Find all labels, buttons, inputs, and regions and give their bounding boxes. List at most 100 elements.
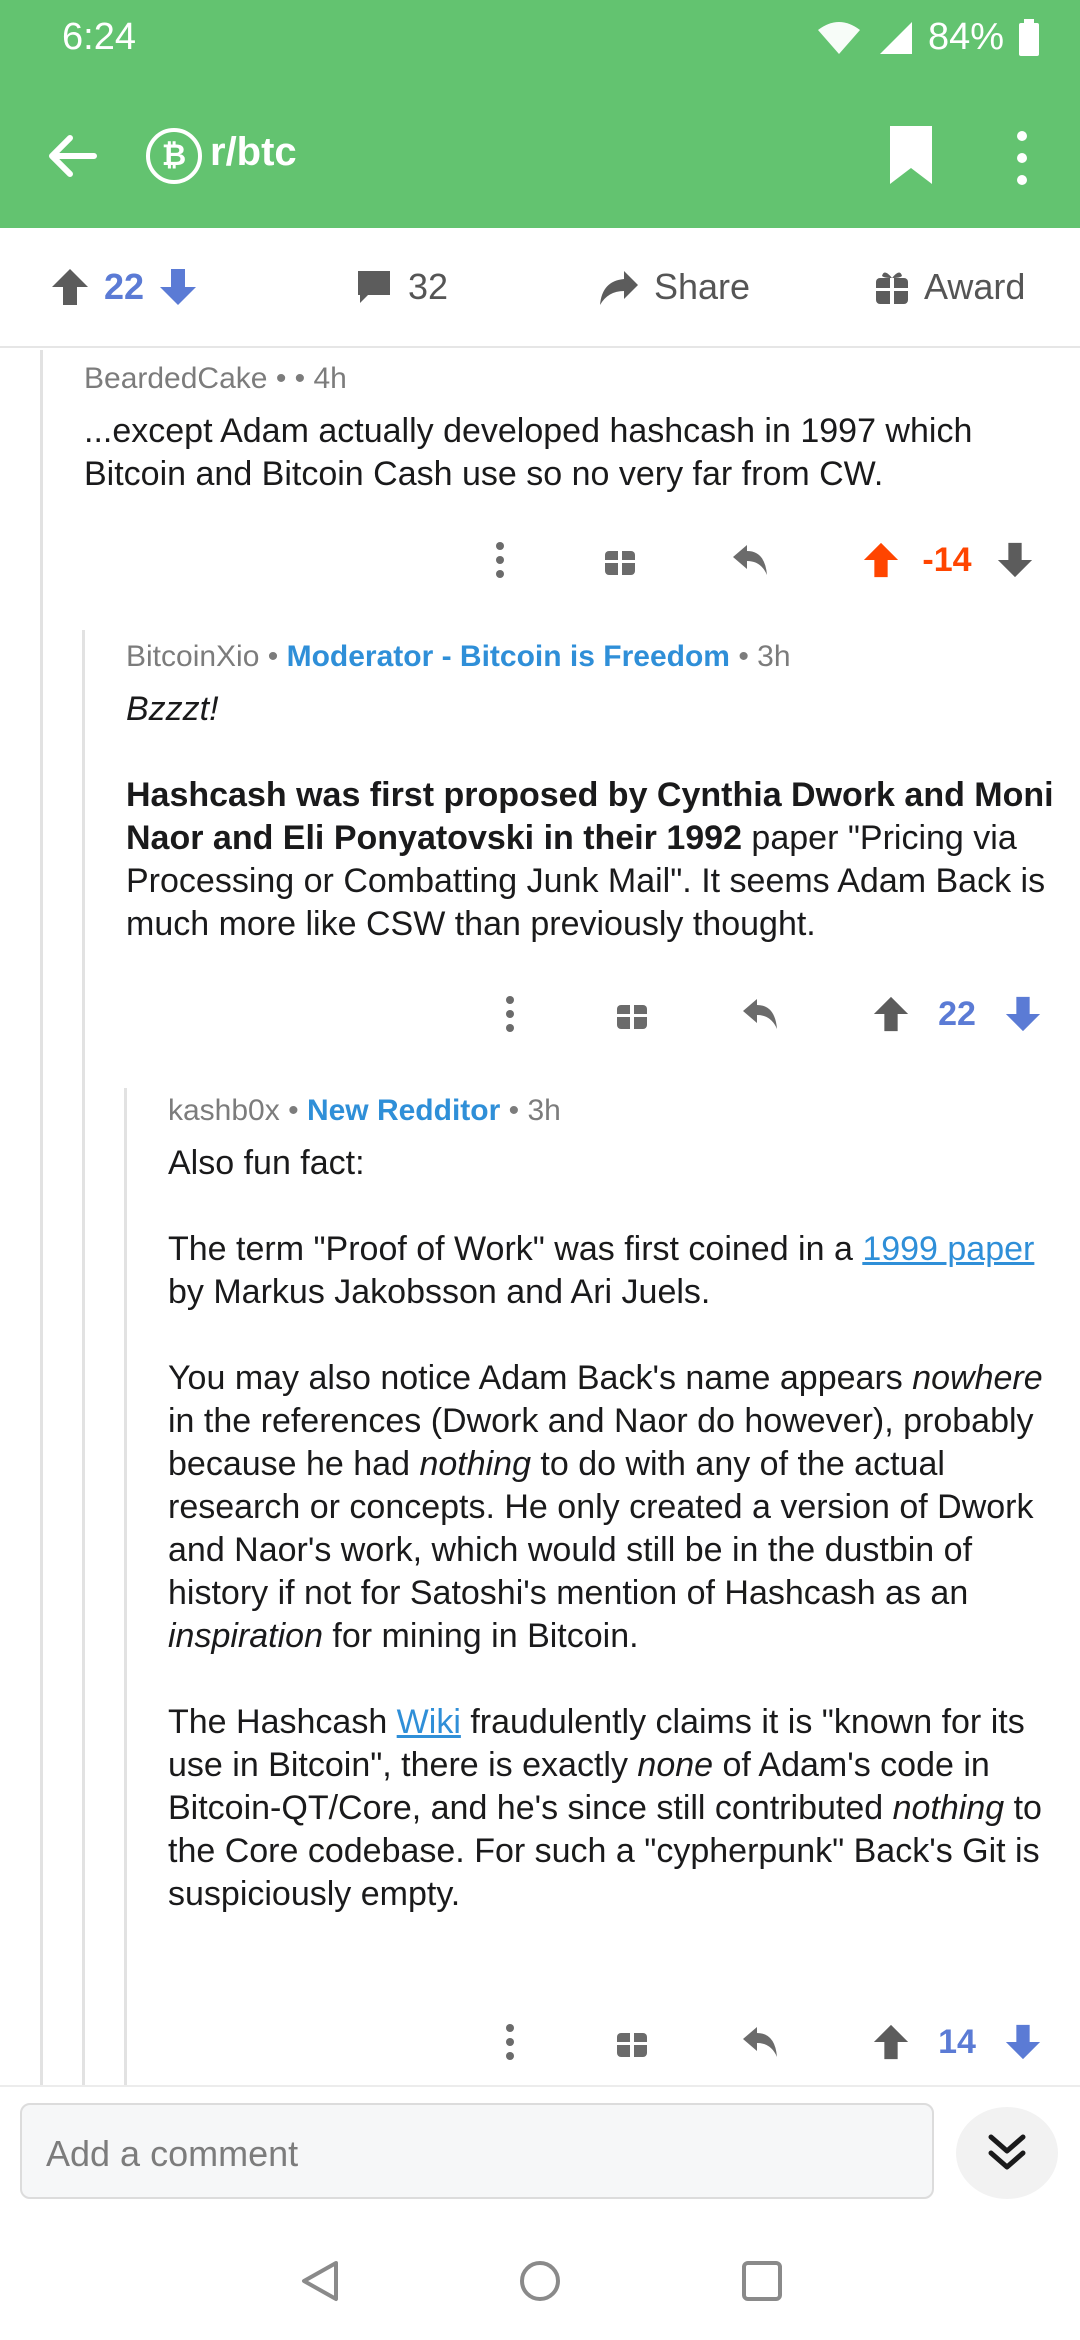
gift-icon bbox=[876, 272, 908, 304]
comment-separator: • bbox=[275, 362, 295, 395]
downvote-icon[interactable] bbox=[158, 267, 198, 307]
battery-percent: 84% bbox=[927, 16, 1004, 58]
comment-actions: 14 bbox=[480, 2012, 1060, 2072]
gift-icon bbox=[617, 1005, 647, 1029]
comment-upvote-button[interactable] bbox=[856, 530, 906, 590]
double-chevron-down-icon bbox=[988, 2134, 1026, 2170]
comment-upvote-button[interactable] bbox=[866, 984, 916, 1044]
award-label: Award bbox=[924, 266, 1026, 307]
italic-text: nowhere bbox=[912, 1359, 1043, 1397]
comment: kashb0x • New Redditor • 3h Also fun fac… bbox=[168, 1094, 1068, 1916]
upvote-icon bbox=[863, 542, 899, 578]
nav-back-icon[interactable] bbox=[298, 2259, 342, 2303]
comment-age: • 4h bbox=[294, 362, 347, 395]
comment-award-button[interactable] bbox=[602, 984, 662, 1044]
status-bar: 6:24 84% bbox=[0, 0, 1080, 80]
comment-actions: -14 bbox=[470, 530, 1050, 590]
downvote-icon bbox=[1005, 2024, 1041, 2060]
comment-separator: • bbox=[288, 1094, 307, 1127]
bookmark-icon[interactable] bbox=[886, 124, 936, 186]
add-comment-input[interactable]: Add a comment bbox=[20, 2103, 934, 2199]
comment-reply-button[interactable] bbox=[730, 2012, 790, 2072]
nav-home-icon[interactable] bbox=[518, 2259, 562, 2303]
comments-button[interactable]: 32 bbox=[354, 266, 448, 308]
comment-downvote-button[interactable] bbox=[998, 984, 1048, 1044]
upvote-icon[interactable] bbox=[50, 267, 90, 307]
comment-score: -14 bbox=[912, 530, 982, 590]
downvote-icon bbox=[1005, 996, 1041, 1032]
gift-icon bbox=[617, 2033, 647, 2057]
comment-bubble-icon bbox=[358, 271, 390, 303]
comment-body: Bzzzt! Hashcash was first proposed by Cy… bbox=[126, 688, 1072, 946]
comment-author[interactable]: kashb0x bbox=[168, 1094, 280, 1127]
wiki-link[interactable]: Wiki bbox=[397, 1703, 461, 1741]
comment-separator: • bbox=[267, 640, 287, 673]
system-nav-bar bbox=[0, 2215, 1080, 2340]
paragraph-text: The term "Proof of Work" was first coine… bbox=[168, 1230, 863, 1268]
more-vertical-icon bbox=[506, 996, 514, 1032]
more-options-icon[interactable] bbox=[1010, 128, 1034, 188]
share-icon bbox=[600, 271, 638, 305]
comment-composer-bar: Add a comment bbox=[0, 2085, 1080, 2215]
comment-age: 3h bbox=[757, 640, 791, 673]
comment-more-button[interactable] bbox=[480, 984, 540, 1044]
nav-recents-icon[interactable] bbox=[740, 2259, 784, 2303]
comment-score: 22 bbox=[922, 984, 992, 1044]
comment-reply-button[interactable] bbox=[720, 530, 780, 590]
comment-more-button[interactable] bbox=[470, 530, 530, 590]
award-button[interactable]: Award bbox=[874, 266, 1025, 308]
back-arrow-icon[interactable] bbox=[42, 126, 102, 186]
share-label: Share bbox=[654, 266, 751, 307]
comment-body: Also fun fact: The term "Proof of Work" … bbox=[168, 1142, 1068, 1916]
share-button[interactable]: Share bbox=[598, 266, 750, 308]
top-bar: 6:24 84% ₿ r/btc bbox=[0, 0, 1080, 228]
wifi-icon bbox=[817, 21, 860, 54]
comment-author[interactable]: BitcoinXio bbox=[126, 640, 259, 673]
downvote-icon bbox=[997, 542, 1033, 578]
italic-text: nothing bbox=[419, 1445, 531, 1483]
comment-paragraph: Also fun fact: bbox=[168, 1144, 365, 1182]
comment-paragraph: You may also notice Adam Back's name app… bbox=[168, 1357, 1068, 1658]
comment-more-button[interactable] bbox=[480, 2012, 540, 2072]
comment: BeardedCake • • 4h ...except Adam actual… bbox=[84, 362, 1064, 496]
post-votes: 22 bbox=[50, 266, 198, 308]
italic-text: none bbox=[637, 1746, 714, 1784]
comment-reply-button[interactable] bbox=[730, 984, 790, 1044]
comment-award-button[interactable] bbox=[590, 530, 650, 590]
comment-downvote-button[interactable] bbox=[998, 2012, 1048, 2072]
comment: BitcoinXio • Moderator - Bitcoin is Free… bbox=[126, 640, 1072, 946]
app-bar: ₿ r/btc bbox=[0, 100, 1080, 210]
italic-text: inspiration bbox=[168, 1617, 323, 1655]
paragraph-text: The Hashcash bbox=[168, 1703, 397, 1741]
comment-thread: BeardedCake • • 4h ...except Adam actual… bbox=[0, 350, 1080, 2085]
paragraph-text: You may also notice Adam Back's name app… bbox=[168, 1359, 913, 1397]
comment-separator: • bbox=[508, 1094, 528, 1127]
thread-rail-1 bbox=[40, 350, 43, 2085]
italic-text: Bzzzt! bbox=[126, 690, 219, 728]
comment-separator: • bbox=[738, 640, 758, 673]
comment-meta: BeardedCake • • 4h bbox=[84, 362, 1064, 396]
thread-rail-3 bbox=[124, 1088, 127, 2085]
comment-paragraph: The term "Proof of Work" was first coine… bbox=[168, 1228, 1068, 1314]
comment-upvote-button[interactable] bbox=[866, 2012, 916, 2072]
comment-paragraph: Bzzzt! bbox=[126, 688, 1072, 731]
collapse-thread-button[interactable] bbox=[956, 2107, 1058, 2199]
reply-icon bbox=[743, 2027, 777, 2057]
subreddit-title[interactable]: r/btc bbox=[210, 130, 297, 175]
upvote-icon bbox=[873, 996, 909, 1032]
paragraph-text: for mining in Bitcoin. bbox=[322, 1617, 639, 1655]
comment-age: 3h bbox=[527, 1094, 561, 1127]
italic-text: nothing bbox=[892, 1789, 1005, 1827]
comment-count: 32 bbox=[408, 266, 449, 307]
comment-body: ...except Adam actually developed hashca… bbox=[84, 410, 1064, 496]
comment-downvote-button[interactable] bbox=[990, 530, 1040, 590]
comment-author[interactable]: BeardedCake bbox=[84, 362, 267, 395]
status-time: 6:24 bbox=[62, 16, 136, 58]
bitcoin-icon[interactable]: ₿ bbox=[146, 128, 202, 184]
comment-score-value: 22 bbox=[938, 994, 976, 1033]
comment-award-button[interactable] bbox=[602, 2012, 662, 2072]
post-action-bar: 22 32 Share Award bbox=[0, 228, 1080, 348]
reply-icon bbox=[733, 545, 767, 575]
paper-link[interactable]: 1999 paper bbox=[862, 1230, 1034, 1268]
comment-meta: BitcoinXio • Moderator - Bitcoin is Free… bbox=[126, 640, 1072, 674]
